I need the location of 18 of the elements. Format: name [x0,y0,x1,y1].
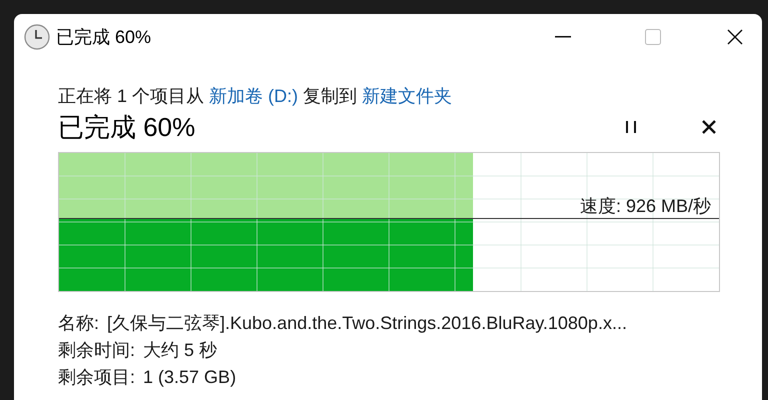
detail-label: 剩余项目: [58,366,136,389]
minimize-icon [555,36,571,38]
progress-heading: 已完成 60% [58,110,196,144]
window-title: 已完成 60% [56,26,152,48]
detail-label: 剩余时间: [58,339,136,362]
detail-value: 大约 5 秒 [143,339,218,362]
close-icon [727,29,743,45]
copy-message: 正在将 1 个项目从 新加卷 (D:) 复制到 新建文件夹 [58,85,454,108]
cancel-icon [702,120,716,134]
location-link[interactable]: 新加卷 (D:) [209,86,298,106]
detail-value: [久保与二弦琴].Kubo.and.the.Two.Strings.2016.BluRay.1080p.x... [107,312,627,335]
detail-label: 名称: [58,312,100,335]
location-link[interactable]: 新建文件夹 [362,86,452,106]
clock-icon [24,24,50,50]
speed-reading: 速度: 926 MB/秒 [580,195,711,218]
maximize-icon [645,29,661,45]
pause-icon [625,121,637,133]
detail-value: 1 (3.57 GB) [143,366,236,389]
